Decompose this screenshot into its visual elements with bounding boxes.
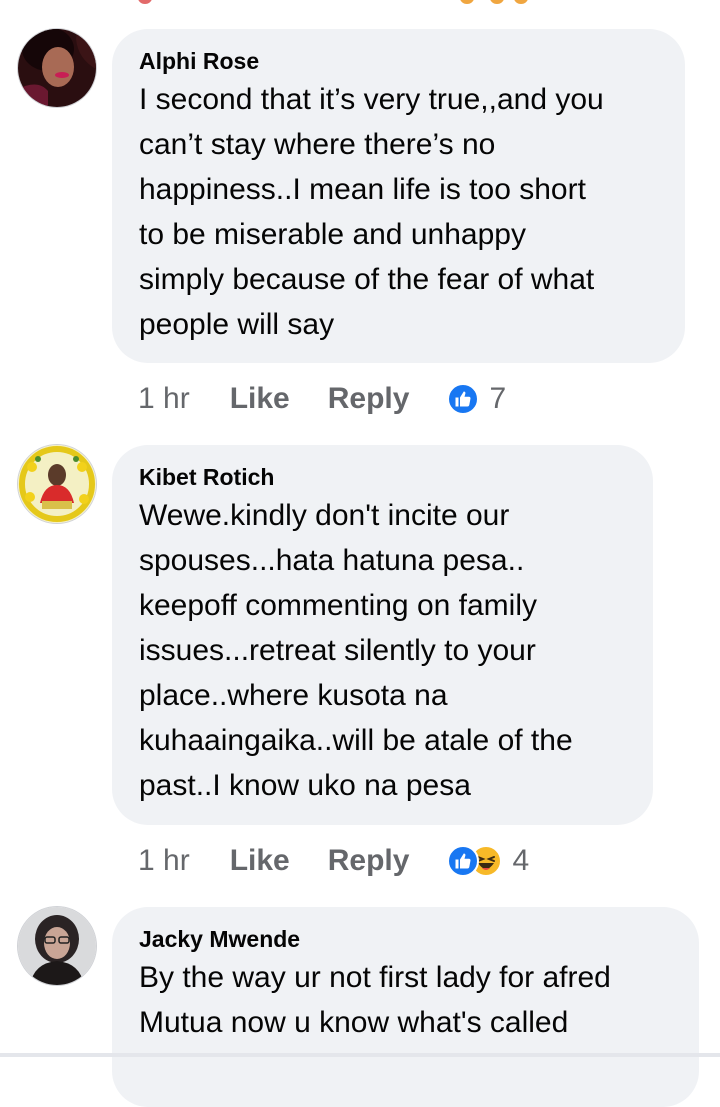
- reaction-edge-icon: [460, 0, 474, 4]
- comment-text: I second that it’s very true,,and you ca…: [139, 77, 659, 347]
- comment-bubble: Kibet Rotich Wewe.kindly don't incite ou…: [112, 445, 653, 825]
- reply-button[interactable]: Reply: [328, 844, 410, 878]
- reaction-summary[interactable]: 4: [447, 844, 529, 878]
- comment-text-line: I second that it’s very true,,and you: [139, 83, 604, 116]
- avatar[interactable]: [18, 445, 96, 523]
- reply-button[interactable]: Reply: [328, 382, 410, 416]
- reaction-edge-icon: [514, 0, 528, 4]
- comment-text-line: kuhaaingaika..will be atale of the: [139, 724, 573, 757]
- comment-text-line: simply because of the fear of what: [139, 263, 595, 296]
- profile-photo-icon: [18, 445, 96, 523]
- like-icon: [447, 383, 480, 415]
- comment-author[interactable]: Kibet Rotich: [139, 463, 627, 491]
- reaction-edge-icon: [490, 0, 504, 4]
- comment-text: By the way ur not first lady for afred M…: [139, 955, 673, 1045]
- divider: [0, 1053, 720, 1057]
- comment-timestamp[interactable]: 1 hr: [138, 382, 190, 416]
- comment-text: Wewe.kindly don't incite our spouses...h…: [139, 493, 627, 808]
- comment-text-line: place..where kusota na: [139, 679, 448, 712]
- comment-text-line: past..I know uko na pesa: [139, 769, 471, 802]
- reaction-summary[interactable]: 7: [447, 382, 506, 416]
- comment-bubble: Jacky Mwende By the way ur not first lad…: [112, 907, 699, 1107]
- comment-text-line: Wewe.kindly don't incite our: [139, 499, 510, 532]
- comment-text-line: can’t stay where there’s no: [139, 128, 496, 161]
- comment-actions: 1 hr Like Reply 4: [138, 841, 529, 881]
- comment-timestamp[interactable]: 1 hr: [138, 844, 190, 878]
- comment-actions: 1 hr Like Reply 7: [138, 379, 506, 419]
- profile-photo-icon: [18, 29, 96, 107]
- comment-text-line: issues...retreat silently to your: [139, 634, 536, 667]
- profile-photo-icon: [18, 907, 96, 985]
- previous-comment-reactions-edge: [0, 0, 720, 6]
- reaction-count: 7: [489, 382, 507, 415]
- comment-text-line: people will say: [139, 308, 335, 341]
- like-button[interactable]: Like: [230, 382, 290, 416]
- comment-text-line: happiness..I mean life is too short: [139, 173, 586, 206]
- like-button[interactable]: Like: [230, 844, 290, 878]
- reaction-edge-icon: [138, 0, 152, 4]
- reaction-count: 4: [512, 844, 530, 877]
- comment-bubble: Alphi Rose I second that it’s very true,…: [112, 29, 685, 363]
- comment-text-line: Mutua now u know what's called: [139, 1006, 569, 1039]
- comment-author[interactable]: Alphi Rose: [139, 47, 659, 75]
- comment-text-line: keepoff commenting on family: [139, 589, 537, 622]
- comment-text-line: spouses...hata hatuna pesa..: [139, 544, 525, 577]
- avatar[interactable]: [18, 907, 96, 985]
- comment-text-line: to be miserable and unhappy: [139, 218, 526, 251]
- comment-text-line: By the way ur not first lady for afred: [139, 961, 611, 994]
- comment-author[interactable]: Jacky Mwende: [139, 925, 673, 953]
- avatar[interactable]: [18, 29, 96, 107]
